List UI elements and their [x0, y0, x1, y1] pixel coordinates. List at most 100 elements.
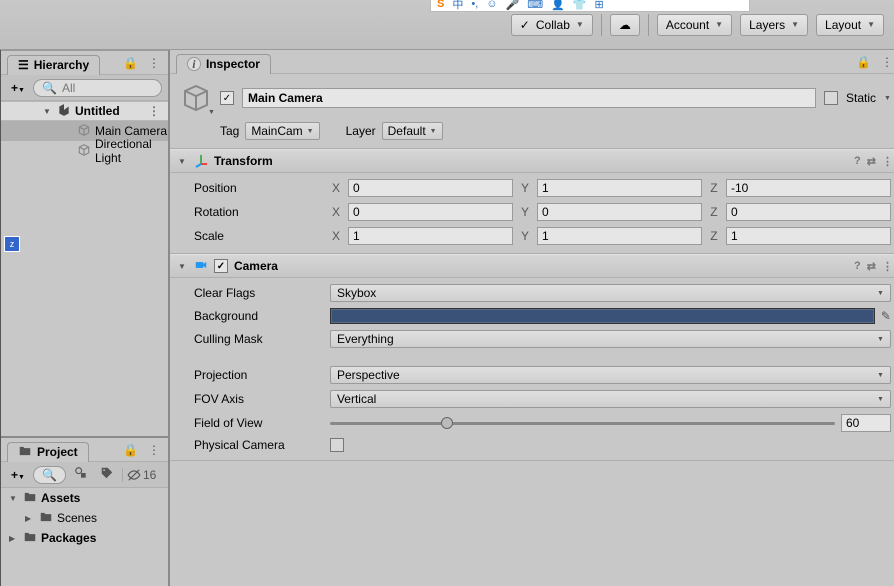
- position-z-input[interactable]: [726, 179, 891, 197]
- search-by-type-button[interactable]: [70, 466, 92, 483]
- ime-icon: 中: [452, 0, 463, 12]
- component-title: Transform: [214, 154, 848, 168]
- project-folder-scenes[interactable]: ▶ Scenes: [1, 508, 168, 528]
- projection-label: Projection: [194, 368, 324, 382]
- help-icon[interactable]: ?: [854, 155, 861, 167]
- component-enable-checkbox[interactable]: ✓: [214, 259, 228, 273]
- rotation-z-input[interactable]: [726, 203, 891, 221]
- preset-icon[interactable]: ⇄: [867, 260, 876, 273]
- camera-component: ▼ ✓ Camera ? ⇄ ⋮ Clear Flags Skybox▼: [170, 254, 894, 461]
- account-label: Account: [666, 18, 709, 32]
- hierarchy-search[interactable]: 🔍 All: [33, 79, 162, 97]
- layer-label: Layer: [346, 124, 376, 138]
- context-menu-icon[interactable]: ⋮: [881, 55, 893, 69]
- rotation-label: Rotation: [194, 205, 324, 219]
- scale-z-input[interactable]: [726, 227, 891, 245]
- position-y-input[interactable]: [537, 179, 702, 197]
- inspector-panel: i Inspector 🔒 ⋮ ▼ ✓: [168, 50, 894, 586]
- gameobject-icon: [77, 143, 91, 160]
- scene-gizmo[interactable]: z: [4, 230, 34, 260]
- active-checkbox[interactable]: ✓: [220, 91, 234, 105]
- project-tree: ▼ Assets ▶ Scenes ▶ Packages: [1, 488, 168, 586]
- fov-axis-dropdown[interactable]: Vertical▼: [330, 390, 891, 408]
- tab-inspector[interactable]: i Inspector: [176, 54, 271, 74]
- clear-flags-dropdown[interactable]: Skybox▼: [330, 284, 891, 302]
- gizmo-z-axis[interactable]: z: [4, 236, 20, 252]
- foldout-icon[interactable]: ▼: [43, 107, 53, 116]
- account-button[interactable]: Account ▼: [657, 14, 732, 36]
- keyboard-icon: ⌨: [527, 0, 543, 11]
- x-label: X: [330, 181, 342, 195]
- scene-view[interactable]: z: [0, 50, 1, 586]
- search-icon: 🔍: [42, 468, 57, 482]
- fov-slider[interactable]: [330, 422, 835, 425]
- collab-label: Collab: [536, 18, 570, 32]
- hierarchy-icon: ☰: [18, 58, 29, 72]
- scene-name: Untitled: [75, 104, 120, 118]
- fov-input[interactable]: [841, 414, 891, 432]
- scale-y-input[interactable]: [537, 227, 702, 245]
- context-menu-icon[interactable]: ⋮: [148, 443, 160, 457]
- foldout-icon[interactable]: ▶: [9, 534, 19, 543]
- cloud-button[interactable]: ☁: [610, 14, 640, 36]
- layout-button[interactable]: Layout ▼: [816, 14, 884, 36]
- scale-label: Scale: [194, 229, 324, 243]
- chevron-down-icon: ▼: [791, 20, 799, 29]
- context-menu-icon[interactable]: ⋮: [882, 155, 893, 168]
- tag-dropdown[interactable]: MainCam▼: [245, 122, 319, 140]
- layers-button[interactable]: Layers ▼: [740, 14, 808, 36]
- z-label: Z: [708, 181, 720, 195]
- folder-label: Scenes: [57, 511, 97, 525]
- hierarchy-item[interactable]: Directional Light: [1, 141, 168, 161]
- hidden-packages-button[interactable]: 16: [122, 468, 162, 482]
- chevron-down-icon[interactable]: ▼: [884, 95, 891, 102]
- context-menu-icon[interactable]: ⋮: [882, 260, 893, 273]
- foldout-icon[interactable]: ▼: [9, 494, 19, 503]
- foldout-icon[interactable]: ▶: [25, 514, 35, 523]
- project-search[interactable]: 🔍: [33, 466, 66, 484]
- eyedropper-icon[interactable]: ✎: [881, 309, 891, 323]
- context-menu-icon[interactable]: ⋮: [148, 56, 160, 70]
- position-x-input[interactable]: [348, 179, 513, 197]
- help-icon[interactable]: ?: [854, 260, 861, 272]
- preset-icon[interactable]: ⇄: [867, 155, 876, 168]
- object-name-input[interactable]: [242, 88, 816, 108]
- context-menu-icon[interactable]: ⋮: [148, 104, 160, 118]
- lock-icon[interactable]: 🔒: [856, 55, 871, 69]
- layer-dropdown[interactable]: Default▼: [382, 122, 443, 140]
- create-asset-button[interactable]: +▼: [7, 468, 29, 482]
- rotation-y-input[interactable]: [537, 203, 702, 221]
- static-checkbox[interactable]: [824, 91, 838, 105]
- foldout-icon[interactable]: ▼: [178, 157, 188, 166]
- culling-mask-dropdown[interactable]: Everything▼: [330, 330, 891, 348]
- collab-button[interactable]: ✓ Collab ▼: [511, 14, 593, 36]
- position-label: Position: [194, 181, 324, 195]
- tab-project[interactable]: Project: [7, 442, 89, 462]
- projection-dropdown[interactable]: Perspective▼: [330, 366, 891, 384]
- layer-value: Default: [388, 124, 426, 138]
- info-icon: i: [187, 57, 201, 71]
- lock-icon[interactable]: 🔒: [123, 443, 138, 457]
- tab-hierarchy[interactable]: ☰ Hierarchy: [7, 55, 100, 75]
- gameobject-header: ▼ ✓ Static ▼ Tag MainCam▼ Layer Default▼: [170, 74, 894, 149]
- search-by-label-button[interactable]: [96, 466, 118, 483]
- background-color-picker[interactable]: [330, 308, 875, 324]
- chevron-down-icon: ▼: [208, 109, 215, 116]
- folder-label: Assets: [41, 491, 80, 505]
- scene-row[interactable]: ▼ Untitled ⋮: [1, 101, 168, 121]
- physical-camera-checkbox[interactable]: [330, 438, 344, 452]
- rotation-x-input[interactable]: [348, 203, 513, 221]
- lock-icon[interactable]: 🔒: [123, 56, 138, 70]
- project-folder-assets[interactable]: ▼ Assets: [1, 488, 168, 508]
- sogou-icon: S: [437, 0, 444, 10]
- position-row: Position X Y Z: [194, 179, 891, 197]
- create-button[interactable]: +▼: [7, 81, 29, 95]
- transform-icon: [194, 154, 208, 168]
- culling-mask-value: Everything: [337, 332, 394, 346]
- project-folder-packages[interactable]: ▶ Packages: [1, 528, 168, 548]
- scale-x-input[interactable]: [348, 227, 513, 245]
- gameobject-icon-picker[interactable]: ▼: [180, 82, 212, 114]
- emoji-icon: ☺: [486, 0, 497, 10]
- foldout-icon[interactable]: ▼: [178, 262, 188, 271]
- search-icon: 🔍: [42, 81, 57, 95]
